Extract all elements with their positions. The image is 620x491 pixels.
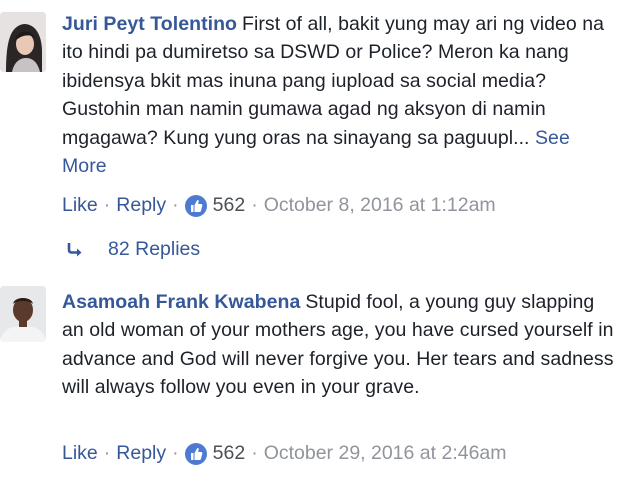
comment-actions: Like · Reply · 562 · October 8, 2016 at … (62, 194, 496, 217)
comment-author[interactable]: Asamoah Frank Kwabena (62, 291, 300, 313)
comment-timestamp[interactable]: October 8, 2016 at 1:12am (264, 194, 496, 217)
view-replies-link[interactable]: 82 Replies (66, 238, 200, 261)
like-button[interactable]: Like (62, 442, 98, 465)
replies-count[interactable]: 82 Replies (108, 238, 200, 261)
avatar[interactable] (0, 286, 46, 342)
comment-actions: Like · Reply · 562 · October 29, 2016 at… (62, 442, 507, 465)
comment-body: Asamoah Frank Kwabena Stupid fool, a youn… (62, 288, 617, 402)
avatar[interactable] (0, 12, 46, 72)
separator: · (103, 194, 111, 216)
comment-body: Juri Peyt Tolentino First of all, bakit y… (62, 10, 617, 180)
separator: · (251, 194, 258, 216)
comment-timestamp[interactable]: October 29, 2016 at 2:46am (264, 442, 507, 465)
reply-button[interactable]: Reply (116, 194, 166, 217)
thumbs-up-icon[interactable] (184, 442, 207, 465)
reaction-count[interactable]: 562 (213, 442, 246, 465)
thumbs-up-icon[interactable] (184, 194, 207, 217)
like-button[interactable]: Like (62, 194, 98, 217)
reply-button[interactable]: Reply (116, 442, 166, 465)
comment-author[interactable]: Juri Peyt Tolentino (62, 13, 237, 35)
separator: · (251, 442, 258, 464)
separator: · (172, 194, 179, 216)
reaction-count[interactable]: 562 (213, 194, 246, 217)
reply-arrow-icon (67, 242, 82, 256)
separator: · (172, 442, 179, 464)
separator: · (103, 442, 111, 464)
